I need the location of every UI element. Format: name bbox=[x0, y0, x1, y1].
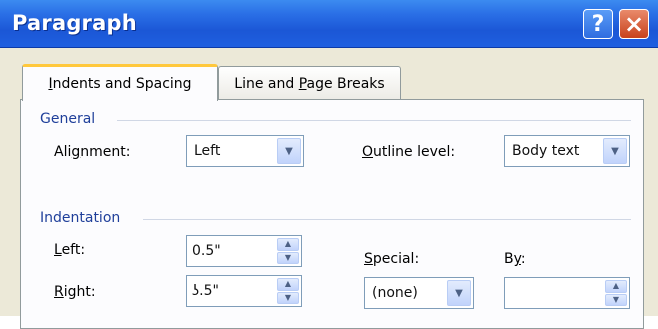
right-indent-label: Right: bbox=[54, 284, 96, 300]
right-indent-value: ʖ.5" bbox=[192, 283, 219, 299]
alignment-select[interactable]: Left ▼ bbox=[186, 135, 304, 167]
left-indent-value: 0.5" bbox=[192, 243, 221, 259]
outline-level-value: Body text bbox=[512, 143, 580, 159]
indentation-heading: Indentation bbox=[40, 210, 121, 226]
close-icon: × bbox=[623, 10, 645, 38]
spin-up-icon[interactable]: ▲ bbox=[277, 278, 299, 291]
left-indent-label: Left: bbox=[54, 242, 86, 258]
title-bar[interactable]: Paragraph ? × bbox=[0, 0, 658, 48]
general-heading: General bbox=[40, 111, 96, 127]
spin-up-icon[interactable]: ▲ bbox=[605, 280, 627, 293]
spinner-buttons[interactable]: ▲ ▼ bbox=[277, 278, 299, 304]
tab-label: Line and Page Breaks bbox=[234, 75, 385, 92]
right-indent-spinner[interactable]: ʖ.5" ▲ ▼ bbox=[186, 275, 302, 307]
alignment-label: Alignment: bbox=[54, 144, 131, 160]
tab-panel: General Alignment: Left ▼ Outline level:… bbox=[20, 99, 644, 329]
spin-down-icon[interactable]: ▼ bbox=[277, 251, 299, 264]
outline-level-select[interactable]: Body text ▼ bbox=[504, 135, 630, 167]
spin-up-icon[interactable]: ▲ bbox=[277, 238, 299, 251]
outline-level-label: Outline level: bbox=[362, 144, 456, 160]
chevron-down-icon[interactable]: ▼ bbox=[447, 280, 471, 306]
tab-line-and-page-breaks[interactable]: Line and Page Breaks bbox=[218, 66, 401, 100]
by-label: By: bbox=[504, 251, 526, 267]
tab-label: Indents and Spacing bbox=[48, 76, 192, 92]
help-button[interactable]: ? bbox=[583, 9, 613, 39]
chevron-down-icon[interactable]: ▼ bbox=[277, 138, 301, 164]
paragraph-dialog: Paragraph ? × Indents and Spacing Line a… bbox=[0, 0, 658, 329]
dialog-title: Paragraph bbox=[12, 11, 137, 35]
tab-indents-and-spacing[interactable]: Indents and Spacing bbox=[22, 64, 218, 101]
alignment-value: Left bbox=[194, 143, 221, 159]
spin-down-icon[interactable]: ▼ bbox=[605, 293, 627, 306]
by-spinner[interactable]: ▲ ▼ bbox=[504, 277, 630, 309]
indentation-divider bbox=[143, 219, 631, 220]
special-label: Special: bbox=[364, 251, 420, 267]
close-button[interactable]: × bbox=[619, 9, 649, 39]
spin-down-icon[interactable]: ▼ bbox=[277, 291, 299, 304]
general-divider bbox=[117, 120, 631, 121]
special-value: (none) bbox=[372, 285, 418, 301]
chevron-down-icon[interactable]: ▼ bbox=[603, 138, 627, 164]
help-icon: ? bbox=[591, 11, 605, 37]
left-indent-spinner[interactable]: 0.5" ▲ ▼ bbox=[186, 235, 302, 267]
spinner-buttons[interactable]: ▲ ▼ bbox=[277, 238, 299, 264]
spinner-buttons[interactable]: ▲ ▼ bbox=[605, 280, 627, 306]
special-select[interactable]: (none) ▼ bbox=[364, 277, 474, 309]
